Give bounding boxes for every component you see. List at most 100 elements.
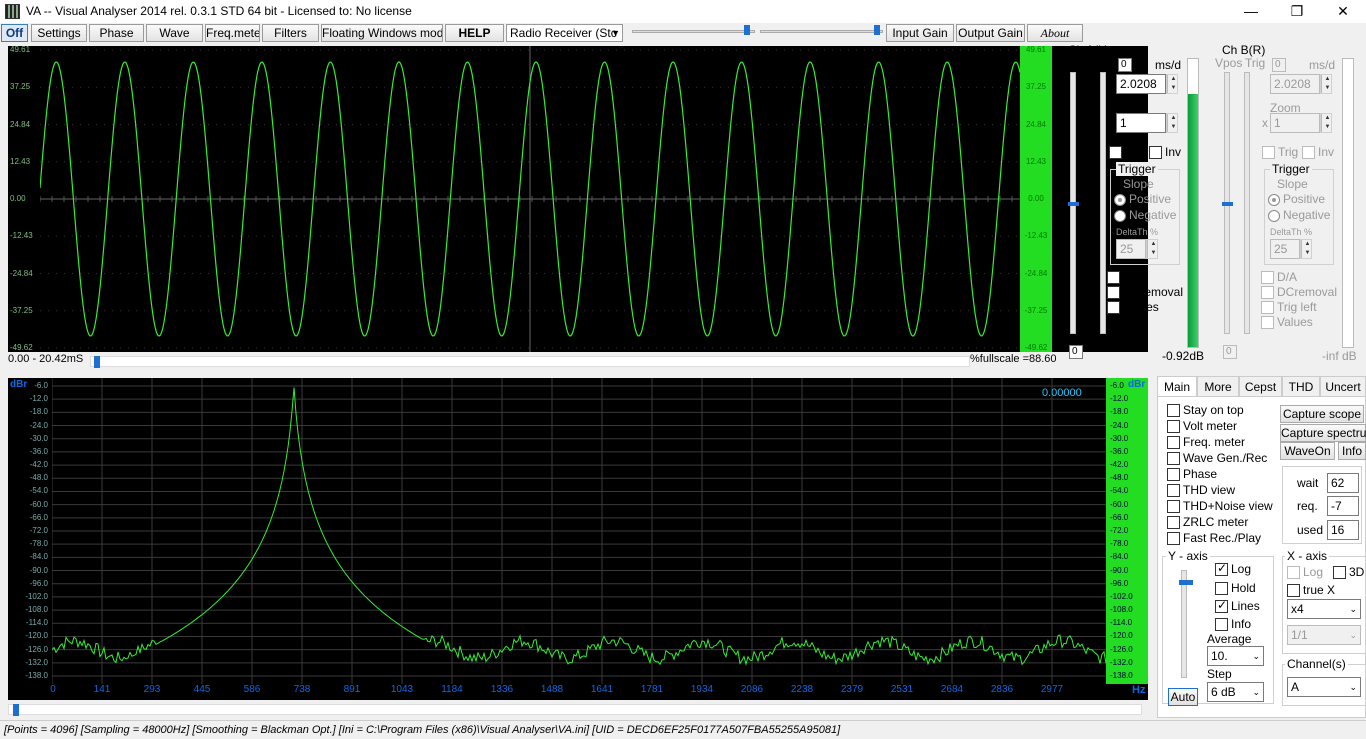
main-checkbox-box[interactable] xyxy=(1167,516,1180,530)
tab-more[interactable]: More xyxy=(1197,376,1239,397)
cha-deltath-spinner[interactable]: ▲ ▼ xyxy=(1146,239,1158,259)
chb-zoom-field[interactable]: 1 xyxy=(1270,113,1320,133)
channels-select[interactable]: A ⌄ xyxy=(1287,677,1361,697)
step-select[interactable]: 6 dB ⌄ xyxy=(1207,682,1264,702)
chb-trig-checkbox-box[interactable] xyxy=(1262,146,1275,160)
cha-zoom-field[interactable]: 1 xyxy=(1116,113,1166,133)
floating-windows-button[interactable]: Floating Windows mode xyxy=(321,24,443,42)
chb-trig-slider[interactable] xyxy=(1244,72,1250,334)
chb-values-checkbox[interactable]: Values xyxy=(1261,315,1313,330)
chb-inv-checkbox-box[interactable] xyxy=(1302,146,1315,160)
chb-inv-checkbox[interactable]: Inv xyxy=(1302,145,1334,160)
spectrum-display[interactable]: dBr dBr 0.00000 Hz -6.0 -6.0 -12.0 -12.0 -18… xyxy=(8,378,1148,700)
oscilloscope-display[interactable]: 49.61 49.61 37.25 37.25 24.84 24.84 12.43 12.43… xyxy=(8,45,1148,352)
req-field[interactable]: -7 xyxy=(1327,496,1359,516)
capture-scope-button[interactable]: Capture scope xyxy=(1280,405,1364,423)
chb-positive-radio-dot[interactable] xyxy=(1268,193,1280,206)
cha-positive-radio[interactable]: Positive xyxy=(1114,192,1171,206)
chb-vpos-slider-thumb[interactable] xyxy=(1222,202,1233,206)
chb-bottom-zero[interactable]: 0 xyxy=(1223,345,1237,359)
yaxis-hold-checkbox-box[interactable] xyxy=(1215,582,1228,596)
cha-msd-spinner[interactable]: ▲ ▼ xyxy=(1166,74,1178,94)
cha-values-checkbox-box[interactable] xyxy=(1107,301,1120,315)
xaxis-zoom-select[interactable]: x4 ⌄ xyxy=(1287,599,1361,619)
chb-zero-field[interactable]: 0 xyxy=(1272,58,1286,72)
spectrum-scrollbar[interactable] xyxy=(8,704,1142,716)
cha-da-checkbox-box[interactable] xyxy=(1107,271,1120,285)
input-gain-slider-thumb[interactable] xyxy=(744,25,750,35)
main-checkbox-box[interactable] xyxy=(1167,500,1180,514)
output-gain-slider[interactable] xyxy=(760,30,883,33)
wave-button[interactable]: Wave xyxy=(146,24,203,42)
main-checkbox-box[interactable] xyxy=(1167,436,1180,450)
cha-da-checkbox[interactable]: D/A xyxy=(1107,270,1143,285)
chb-positive-radio[interactable]: Positive xyxy=(1268,192,1325,206)
cha-trig-checkbox-box[interactable] xyxy=(1109,146,1122,160)
main-checkbox-box[interactable] xyxy=(1167,452,1180,466)
cha-msd-field[interactable]: 2.0208 xyxy=(1116,74,1166,94)
cha-zero-field[interactable]: 0 xyxy=(1118,58,1132,72)
yaxis-slider-thumb[interactable] xyxy=(1179,579,1193,585)
yaxis-slider[interactable] xyxy=(1179,570,1193,678)
off-button[interactable]: Off xyxy=(1,24,28,42)
device-select[interactable]: Radio Receiver (Stc ▼ xyxy=(506,24,623,42)
main-checkbox-wave-gen-rec[interactable]: Wave Gen./Rec xyxy=(1167,451,1267,466)
chb-negative-radio-dot[interactable] xyxy=(1268,209,1280,222)
input-gain-button[interactable]: Input Gain xyxy=(886,24,954,42)
main-checkbox-box[interactable] xyxy=(1167,404,1180,418)
chb-da-checkbox[interactable]: D/A xyxy=(1261,270,1297,285)
chb-vpos-slider[interactable] xyxy=(1222,72,1233,334)
settings-button[interactable]: Settings xyxy=(31,24,87,42)
main-checkbox-box[interactable] xyxy=(1167,420,1180,434)
xaxis-truex-checkbox-box[interactable] xyxy=(1287,584,1300,598)
main-checkbox-phase[interactable]: Phase xyxy=(1167,467,1217,482)
main-checkbox-zrlc-meter[interactable]: ZRLC meter xyxy=(1167,515,1248,530)
main-checkbox-stay-on-top[interactable]: Stay on top xyxy=(1167,403,1244,418)
cha-vpos-slider-thumb[interactable] xyxy=(1068,202,1079,206)
wait-field[interactable]: 62 xyxy=(1327,473,1359,493)
yaxis-info-checkbox-box[interactable] xyxy=(1215,618,1228,632)
chb-values-checkbox-box[interactable] xyxy=(1261,316,1274,330)
average-select[interactable]: 10. ⌄ xyxy=(1207,646,1264,666)
input-gain-slider[interactable] xyxy=(632,30,755,33)
chb-deltath-spinner[interactable]: ▲ ▼ xyxy=(1300,239,1312,259)
tab-cepst[interactable]: Cepst xyxy=(1239,376,1282,397)
yaxis-hold-checkbox[interactable]: Hold xyxy=(1215,581,1256,596)
yaxis-info-checkbox[interactable]: Info xyxy=(1215,617,1251,632)
output-gain-slider-thumb[interactable] xyxy=(874,25,880,35)
close-button[interactable]: ✕ xyxy=(1320,0,1366,23)
minimize-button[interactable]: — xyxy=(1228,0,1274,23)
chb-trig-checkbox[interactable]: Trig xyxy=(1262,145,1298,160)
chb-negative-radio[interactable]: Negative xyxy=(1268,208,1330,222)
yaxis-log-checkbox[interactable]: Log xyxy=(1215,561,1251,577)
chb-trigleft-checkbox-box[interactable] xyxy=(1261,301,1274,315)
yaxis-log-checkbox-box[interactable] xyxy=(1215,561,1228,577)
tab-uncert[interactable]: Uncert xyxy=(1320,376,1366,397)
auto-button[interactable]: Auto xyxy=(1168,688,1198,706)
cha-trig-slider[interactable] xyxy=(1100,72,1106,334)
phase-button[interactable]: Phase xyxy=(89,24,144,42)
filters-button[interactable]: Filters xyxy=(262,24,319,42)
output-gain-button[interactable]: Output Gain xyxy=(956,24,1025,42)
xaxis-log-checkbox[interactable]: Log xyxy=(1287,565,1323,580)
scope-scrollbar-thumb[interactable] xyxy=(94,356,100,368)
capture-spectrum-button[interactable]: Capture spectrum xyxy=(1280,424,1366,442)
cha-inv-checkbox-box[interactable] xyxy=(1149,146,1162,160)
tab-thd[interactable]: THD xyxy=(1282,376,1320,397)
chb-da-checkbox-box[interactable] xyxy=(1261,271,1274,285)
info-button[interactable]: Info xyxy=(1338,442,1366,460)
main-checkbox-box[interactable] xyxy=(1167,484,1180,498)
maximize-button[interactable]: ❐ xyxy=(1274,0,1320,23)
cha-inv-checkbox[interactable]: Inv xyxy=(1149,145,1181,160)
cha-dcremoval-checkbox-box[interactable] xyxy=(1107,286,1120,300)
xaxis-3d-checkbox-box[interactable] xyxy=(1333,566,1346,580)
main-checkbox-freq-meter[interactable]: Freq. meter xyxy=(1167,435,1245,450)
chb-zoom-spinner[interactable]: ▲ ▼ xyxy=(1320,113,1332,133)
main-checkbox-box[interactable] xyxy=(1167,468,1180,482)
cha-positive-radio-dot[interactable] xyxy=(1114,193,1126,206)
cha-bottom-zero[interactable]: 0 xyxy=(1069,345,1083,359)
used-field[interactable]: 16 xyxy=(1327,520,1359,540)
freqmeter-button[interactable]: Freq.meter xyxy=(205,24,260,42)
about-button[interactable]: About xyxy=(1027,24,1083,42)
yaxis-lines-checkbox[interactable]: Lines xyxy=(1215,598,1260,614)
